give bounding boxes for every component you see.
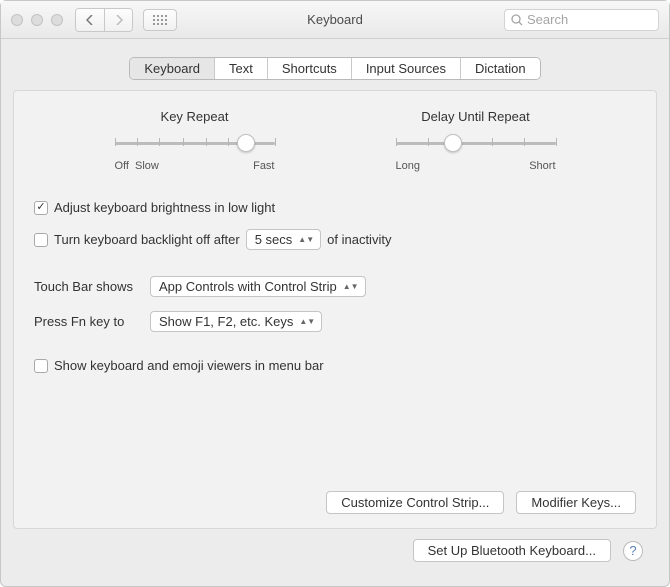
- backlight-checkbox[interactable]: [34, 233, 48, 247]
- backlight-post-label: of inactivity: [327, 232, 391, 247]
- key-repeat-group: Key Repeat Off Slow Fast: [74, 109, 315, 172]
- key-repeat-slow-label: Slow: [135, 160, 159, 172]
- backlight-row: Turn keyboard backlight off after 5 secs…: [34, 229, 636, 250]
- fn-row: Press Fn key to Show F1, F2, etc. Keys ▲…: [34, 311, 636, 332]
- customize-control-strip-button[interactable]: Customize Control Strip...: [326, 491, 504, 514]
- back-button[interactable]: [76, 9, 104, 31]
- keyboard-panel: Key Repeat Off Slow Fast Delay Until Repe…: [13, 90, 657, 529]
- emoji-label: Show keyboard and emoji viewers in menu …: [54, 358, 324, 373]
- window-controls: [11, 14, 63, 26]
- show-all-button[interactable]: [143, 9, 177, 31]
- search-input[interactable]: Search: [504, 9, 659, 31]
- fn-value: Show F1, F2, etc. Keys: [159, 314, 293, 329]
- tab-shortcuts[interactable]: Shortcuts: [267, 58, 351, 79]
- body: Keyboard Text Shortcuts Input Sources Di…: [1, 39, 669, 586]
- delay-group: Delay Until Repeat Long Short: [355, 109, 596, 172]
- key-repeat-slider[interactable]: [115, 132, 275, 158]
- delay-title: Delay Until Repeat: [355, 109, 596, 124]
- forward-button[interactable]: [104, 9, 132, 31]
- nav-buttons: [75, 8, 133, 32]
- tab-input-sources[interactable]: Input Sources: [351, 58, 460, 79]
- titlebar: Keyboard Search: [1, 1, 669, 39]
- key-repeat-fast-label: Fast: [253, 160, 274, 172]
- zoom-icon[interactable]: [51, 14, 63, 26]
- close-icon[interactable]: [11, 14, 23, 26]
- chevron-updown-icon: ▲▼: [343, 284, 359, 289]
- search-placeholder: Search: [527, 12, 568, 27]
- emoji-checkbox[interactable]: [34, 359, 48, 373]
- tab-bar: Keyboard Text Shortcuts Input Sources Di…: [129, 57, 540, 80]
- emoji-row: Show keyboard and emoji viewers in menu …: [34, 358, 636, 373]
- footer: Set Up Bluetooth Keyboard... ?: [13, 529, 657, 574]
- chevron-updown-icon: ▲▼: [298, 237, 314, 242]
- backlight-duration-value: 5 secs: [255, 232, 293, 247]
- minimize-icon[interactable]: [31, 14, 43, 26]
- delay-slider[interactable]: [396, 132, 556, 158]
- help-button[interactable]: ?: [623, 541, 643, 561]
- tab-keyboard[interactable]: Keyboard: [130, 58, 214, 79]
- chevron-updown-icon: ▲▼: [299, 319, 315, 324]
- key-repeat-off-label: Off: [115, 160, 129, 172]
- tab-dictation[interactable]: Dictation: [460, 58, 540, 79]
- touch-bar-label: Touch Bar shows: [34, 279, 144, 294]
- modifier-keys-button[interactable]: Modifier Keys...: [516, 491, 636, 514]
- brightness-row: Adjust keyboard brightness in low light: [34, 200, 636, 215]
- backlight-duration-select[interactable]: 5 secs ▲▼: [246, 229, 321, 250]
- touch-bar-select[interactable]: App Controls with Control Strip ▲▼: [150, 276, 366, 297]
- preferences-window: Keyboard Search Keyboard Text Shortcuts …: [0, 0, 670, 587]
- sliders-row: Key Repeat Off Slow Fast Delay Until Repe…: [74, 109, 596, 172]
- fn-select[interactable]: Show F1, F2, etc. Keys ▲▼: [150, 311, 322, 332]
- panel-buttons: Customize Control Strip... Modifier Keys…: [34, 491, 636, 514]
- touch-bar-row: Touch Bar shows App Controls with Contro…: [34, 276, 636, 297]
- brightness-label: Adjust keyboard brightness in low light: [54, 200, 275, 215]
- backlight-pre-label: Turn keyboard backlight off after: [54, 232, 240, 247]
- fn-label: Press Fn key to: [34, 314, 144, 329]
- search-icon: [511, 14, 523, 26]
- tab-text[interactable]: Text: [214, 58, 267, 79]
- key-repeat-title: Key Repeat: [74, 109, 315, 124]
- delay-short-label: Short: [529, 160, 555, 172]
- brightness-checkbox[interactable]: [34, 201, 48, 215]
- bluetooth-keyboard-button[interactable]: Set Up Bluetooth Keyboard...: [413, 539, 611, 562]
- touch-bar-value: App Controls with Control Strip: [159, 279, 337, 294]
- window-title: Keyboard: [307, 12, 363, 27]
- delay-long-label: Long: [396, 160, 420, 172]
